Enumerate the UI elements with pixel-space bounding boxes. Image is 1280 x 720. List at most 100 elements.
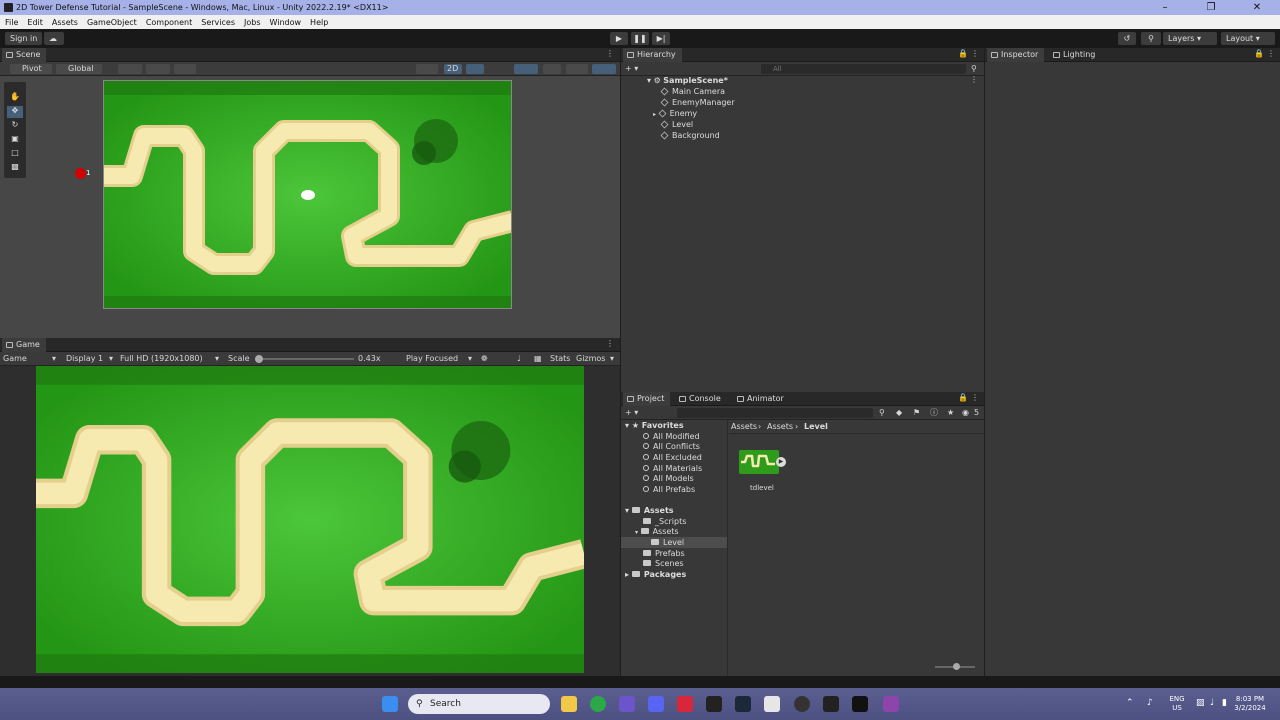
pause-button[interactable]: ❚❚: [631, 32, 649, 45]
add-object-icon[interactable]: + ▾: [625, 64, 638, 74]
layers-dropdown[interactable]: Layers ▾: [1163, 32, 1217, 45]
inspector-lock-icon[interactable]: 🔒: [1254, 49, 1264, 58]
play-focused-dropdown[interactable]: Play Focused: [406, 354, 458, 364]
menu-file[interactable]: File: [0, 18, 22, 27]
menu-assets[interactable]: Assets: [47, 18, 82, 27]
tab-inspector[interactable]: Inspector: [987, 48, 1045, 62]
2d-toggle[interactable]: 2D: [444, 64, 462, 74]
tab-scene[interactable]: Scene: [2, 48, 47, 62]
menu-jobs[interactable]: Jobs: [239, 18, 265, 27]
menu-component[interactable]: Component: [141, 18, 196, 27]
stats-button[interactable]: Stats: [550, 354, 570, 364]
packages-root[interactable]: ▸ Packages: [625, 569, 686, 580]
favorite-star-icon[interactable]: ★: [947, 408, 954, 418]
display-dropdown[interactable]: Display 1: [66, 354, 103, 364]
scale-slider-handle[interactable]: [255, 355, 263, 363]
cloud-icon[interactable]: ☁: [44, 32, 64, 45]
global-dropdown[interactable]: Global: [56, 64, 102, 74]
hierarchy-kebab-icon[interactable]: ⋮: [971, 49, 979, 58]
hidden-packages-icon[interactable]: ◉: [962, 408, 969, 418]
increment-snap-icon[interactable]: [174, 64, 196, 74]
favorites-header[interactable]: ▾ ★ Favorites: [625, 420, 684, 431]
game-kebab-icon[interactable]: ⋮: [606, 339, 614, 348]
menu-gameobject[interactable]: GameObject: [82, 18, 141, 27]
collapse-arrow-icon[interactable]: ▸: [653, 111, 656, 118]
battery-icon[interactable]: ▮: [1222, 699, 1227, 708]
project-lock-icon[interactable]: 🔒: [958, 393, 968, 402]
search-icon[interactable]: ⚲: [1141, 32, 1161, 45]
filter-icon[interactable]: ◆: [896, 408, 902, 418]
epic-games-icon[interactable]: [706, 696, 722, 712]
breadcrumb-item[interactable]: Assets: [767, 421, 793, 432]
favorite-item[interactable]: All Prefabs: [643, 484, 695, 495]
expand-arrow-icon[interactable]: ▾: [625, 506, 629, 515]
clock[interactable]: 8:03 PM 3/2/2024: [1230, 695, 1270, 713]
enemy-gizmo[interactable]: [75, 168, 86, 179]
project-search-input[interactable]: [677, 408, 873, 418]
gizmos-button[interactable]: Gizmos: [576, 354, 605, 364]
transform-tool-icon[interactable]: ▩: [7, 162, 23, 174]
thumbnail-size-slider[interactable]: [935, 663, 975, 670]
step-button[interactable]: ▶|: [652, 32, 670, 45]
asset-thumbnail-tdlevel[interactable]: ▶: [739, 450, 786, 474]
draw-mode-icon[interactable]: [416, 64, 438, 74]
project-kebab-icon[interactable]: ⋮: [971, 393, 979, 402]
volume-icon[interactable]: ♩: [1210, 699, 1214, 708]
label-icon[interactable]: ⚑: [913, 408, 920, 418]
grid-snap-icon[interactable]: [118, 64, 142, 74]
play-button[interactable]: ▶: [610, 32, 628, 45]
unity-editor-icon[interactable]: [852, 696, 868, 712]
folder-item-selected[interactable]: Level: [651, 537, 684, 548]
expand-prefab-icon[interactable]: ▶: [776, 457, 786, 467]
mute-audio-icon[interactable]: ♩: [517, 354, 521, 364]
hierarchy-item-enemy[interactable]: ▸ Enemy: [653, 108, 697, 119]
tab-lighting[interactable]: Lighting: [1049, 48, 1101, 62]
menu-help[interactable]: Help: [305, 18, 332, 27]
hidden-objects-icon[interactable]: [543, 64, 561, 74]
tab-game[interactable]: Game: [2, 338, 46, 352]
unity-hub-icon[interactable]: [823, 696, 839, 712]
game-level-view[interactable]: [36, 366, 584, 673]
grid-visibility-icon[interactable]: [146, 64, 170, 74]
windows-start-icon[interactable]: [382, 696, 398, 712]
scene-kebab-icon[interactable]: ⋮: [970, 75, 978, 84]
taskbar-search-box[interactable]: ⚲ Search: [408, 694, 550, 714]
create-asset-icon[interactable]: + ▾: [625, 408, 638, 418]
tray-chevron-icon[interactable]: ⌃: [1126, 699, 1134, 708]
bug-icon[interactable]: ❁: [481, 354, 488, 364]
network-icon[interactable]: ▨: [1196, 699, 1205, 708]
camera-icon[interactable]: [566, 64, 588, 74]
document-app-icon[interactable]: [764, 696, 780, 712]
fx-toggle-icon[interactable]: [514, 64, 538, 74]
hierarchy-item-enemymanager[interactable]: EnemyManager: [660, 97, 735, 108]
hand-tool-icon[interactable]: ✋: [7, 92, 23, 104]
info-icon[interactable]: ⓘ: [930, 408, 938, 418]
tab-project[interactable]: Project: [623, 392, 671, 406]
minimize-icon[interactable]: –: [1142, 0, 1188, 15]
steam-icon[interactable]: [735, 696, 751, 712]
hierarchy-item-background[interactable]: Background: [660, 130, 720, 141]
scale-tool-icon[interactable]: ▣: [7, 134, 23, 146]
stats-icon[interactable]: ▦: [534, 354, 542, 364]
game-view-dropdown[interactable]: Game: [3, 354, 27, 364]
favorite-item[interactable]: All Excluded: [643, 452, 702, 463]
expand-arrow-icon[interactable]: ▾: [625, 421, 629, 430]
gizmos-icon[interactable]: [592, 64, 616, 74]
collapse-arrow-icon[interactable]: ▸: [625, 570, 629, 579]
search-by-type-icon[interactable]: ⚲: [879, 408, 885, 418]
scene-level-view[interactable]: [103, 80, 512, 309]
history-icon[interactable]: ↺: [1118, 32, 1136, 45]
folder-item[interactable]: ▾ Assets: [635, 526, 679, 537]
move-tool-icon[interactable]: ✥: [7, 106, 23, 118]
menu-window[interactable]: Window: [265, 18, 306, 27]
assets-root[interactable]: ▾ Assets: [625, 505, 674, 516]
hierarchy-search-input[interactable]: [761, 64, 966, 74]
hierarchy-scene-row[interactable]: ▾ ⚙ SampleScene*: [647, 75, 977, 86]
kebab-menu-icon[interactable]: ⋮: [606, 49, 614, 58]
expand-arrow-icon[interactable]: ▾: [635, 529, 638, 536]
menu-edit[interactable]: Edit: [22, 18, 47, 27]
enemy-sprite[interactable]: [301, 190, 315, 200]
hierarchy-item-main-camera[interactable]: Main Camera: [660, 86, 725, 97]
breadcrumb-item[interactable]: Assets: [731, 421, 757, 432]
resolution-dropdown[interactable]: Full HD (1920x1080): [120, 354, 203, 364]
